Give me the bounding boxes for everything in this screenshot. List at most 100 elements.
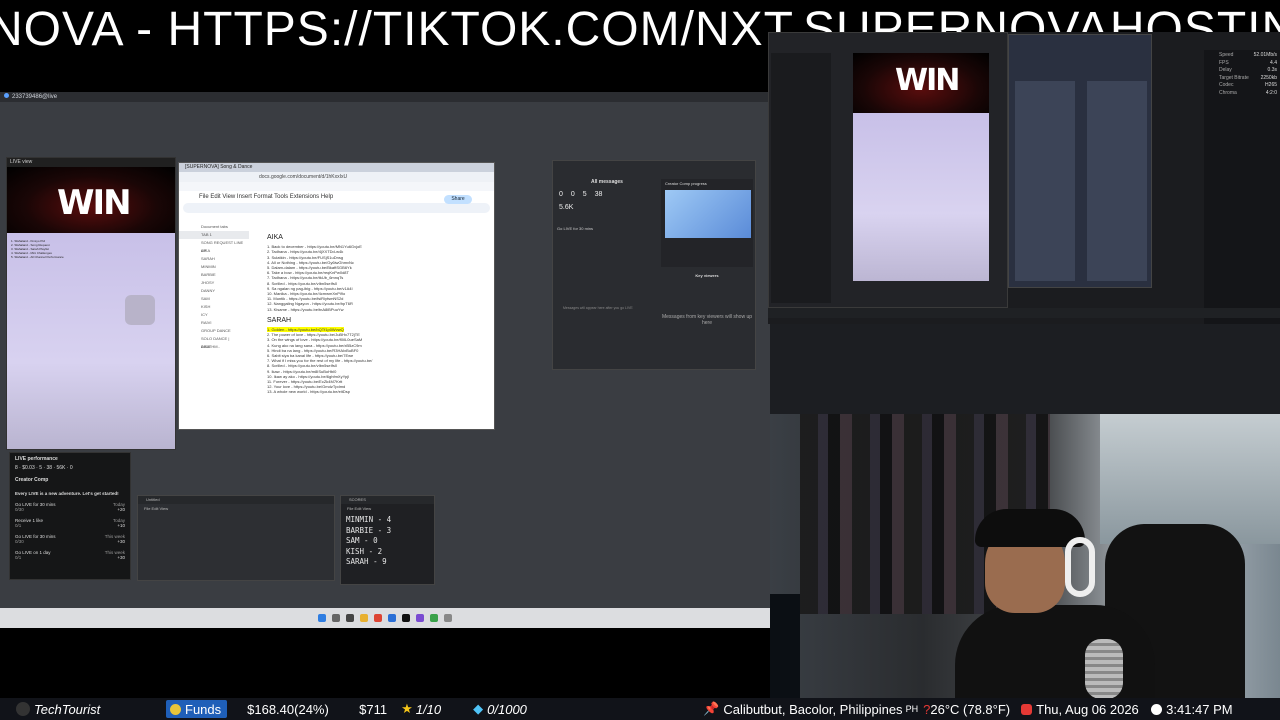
- performance-values: 8 · $0.03 · 5 · 38 · 56K · 0: [15, 465, 73, 471]
- notepad-menu[interactable]: File Edit View: [138, 504, 334, 513]
- sidebar-item[interactable]: TAB 1: [179, 231, 249, 239]
- user-segment: TechTourist: [16, 698, 166, 720]
- live-view-window[interactable]: LIVE view WIN 1. Sfahaland - Kinsyo Pixl…: [6, 157, 176, 450]
- stream-settings-window[interactable]: [1008, 34, 1152, 288]
- creator-comp-label[interactable]: Creator Comp: [15, 477, 125, 483]
- stat-value: 52.01Mb/s: [1253, 52, 1277, 58]
- sidebar-item[interactable]: DANNY: [179, 287, 249, 295]
- task-points: +10: [117, 523, 125, 528]
- streamer: [955, 509, 1155, 698]
- google-docs-window[interactable]: [SUPERNOVA] Song & Dance docs.google.com…: [178, 162, 495, 430]
- chrome-icon[interactable]: [374, 614, 382, 622]
- user-icon: [16, 702, 30, 716]
- notepad-scores[interactable]: SCORES File Edit View MINMIN - 4 BARBIE -…: [340, 495, 435, 585]
- studio-preview: WIN: [853, 53, 989, 295]
- live-banner: WIN: [7, 167, 175, 233]
- task-list: Go LIVE for 30 mins 0/30 Today +20 Receive 1…: [15, 502, 125, 560]
- amount: $711: [359, 701, 388, 717]
- stat-value: 38: [594, 191, 603, 198]
- date: Thu, Aug 06 2026: [1036, 701, 1139, 717]
- docs-toolbar[interactable]: [183, 203, 490, 213]
- sidebar-item[interactable]: MINMIN: [179, 263, 249, 271]
- messages-title: All messages: [591, 179, 623, 185]
- perf-value: 5: [39, 465, 42, 471]
- search-icon[interactable]: [332, 614, 340, 622]
- perf-value: 8: [15, 465, 18, 471]
- task-item: Receive 1 like 0/1 Today +10: [15, 518, 125, 528]
- funds-label: Funds: [185, 701, 222, 717]
- messages-stats: 0 0 5 38 5.6K: [559, 191, 608, 211]
- document-body[interactable]: AIKA 1. Back to december - https://youtu…: [267, 233, 477, 395]
- share-button[interactable]: Share: [444, 195, 472, 204]
- sidebar-item[interactable]: GROUP DANCE: [179, 327, 249, 335]
- stat-value: 0.3s: [1267, 67, 1277, 73]
- score-line: SARAH - 9: [346, 557, 387, 566]
- windows-taskbar[interactable]: [0, 608, 770, 628]
- sidebar-item[interactable]: SARAH: [179, 255, 249, 263]
- sidebar-item: Document tabs: [201, 224, 228, 229]
- sidebar-item[interactable]: SONG REQUEST LINE UP: [179, 239, 249, 253]
- settings-icon[interactable]: [444, 614, 452, 622]
- sarah-song-list: 2. The power of love - https://youtu.be/…: [267, 332, 477, 394]
- gems-segment: ◆ 0/1000: [473, 698, 703, 720]
- stat-row: Chroma 4:2:0: [1207, 90, 1277, 98]
- location-segment: 📌 Calibutbut, Bacolor, Philippines PH: [703, 698, 923, 720]
- notepad-untitled[interactable]: Untitled File Edit View: [137, 495, 335, 581]
- studio-sidebar[interactable]: [771, 53, 831, 303]
- sidebar-item[interactable]: KISH: [179, 303, 249, 311]
- song-line[interactable]: 13. Kisame - https://youtu.be/tnA8iBPuuY…: [267, 307, 477, 312]
- address-bar[interactable]: docs.google.com/document/d/1hKxxIxU: [179, 172, 494, 182]
- sidebar-item[interactable]: RAIVI: [179, 319, 249, 327]
- tiktok-icon[interactable]: [402, 614, 410, 622]
- sidebar-item[interactable]: SOLO DANCE | DEATHM..: [179, 335, 249, 349]
- stat-value: 4.4: [1270, 59, 1277, 66]
- folder-icon[interactable]: [360, 614, 368, 622]
- diamond-icon: ◆: [473, 701, 484, 716]
- sidebar-item[interactable]: BARBIE: [179, 271, 249, 279]
- stars-value: 1/10: [415, 701, 442, 717]
- pin-icon: 📌: [703, 701, 720, 716]
- sidebar-item[interactable]: ICY: [179, 311, 249, 319]
- browser-tab[interactable]: [SUPERNOVA] Song & Dance: [179, 163, 494, 172]
- country-code: PH: [905, 704, 919, 714]
- taskview-icon[interactable]: [346, 614, 354, 622]
- live-messages-panel[interactable]: All messages 0 0 5 38 5.6K Go LIVE for 3…: [552, 160, 756, 370]
- sidebar-item[interactable]: JHOSY: [179, 279, 249, 287]
- xbox-icon[interactable]: [430, 614, 438, 622]
- obs-icon[interactable]: [416, 614, 424, 622]
- stat-key: Delay: [1219, 67, 1232, 73]
- sidebar-item[interactable]: SAM: [179, 295, 249, 303]
- perf-value: 56K: [56, 465, 66, 471]
- notepad-menu[interactable]: File Edit View: [341, 504, 434, 513]
- time-segment: 3:41:47 PM: [1151, 698, 1247, 720]
- task-points: +30: [117, 539, 125, 544]
- sidebar-item[interactable]: AIKA: [179, 247, 249, 255]
- scores-text[interactable]: MINMIN - 4 BARBIE - 3 SAM - 0 KISH - 2 SARAH…: [341, 513, 434, 570]
- score-line: MINMIN - 4: [346, 515, 392, 524]
- key-viewers-section: Key viewers Messages from key viewers wi…: [661, 273, 753, 326]
- preview-video: [853, 113, 989, 281]
- task-reward: This week +30: [105, 534, 125, 544]
- obs-capture-region[interactable]: WIN Speed 52.01Mb/s FPS 4.4 Delay 0.3s Target …: [768, 32, 1280, 324]
- username: TechTourist: [34, 701, 101, 717]
- document-tabs-sidebar[interactable]: Document tabs TAB 1 SONG REQUEST LINE UP…: [179, 223, 249, 429]
- creator-comp-card[interactable]: Creator Comp progress: [661, 179, 753, 267]
- song-line[interactable]: 13. A whole new world - https://youtu.be…: [267, 389, 477, 394]
- stat-value: 4:2:0: [1265, 89, 1277, 96]
- docs-icon[interactable]: [388, 614, 396, 622]
- task-item: Go LIVE for 30 mins 0/30 This week +30: [15, 534, 125, 544]
- funds-value: $168.40(24%): [247, 701, 329, 717]
- live-performance-panel[interactable]: LIVE performance 8 · $0.03 · 5 · 38 · 56…: [9, 452, 131, 580]
- live-studio-window[interactable]: WIN: [768, 32, 1008, 308]
- gems-value: 0/1000: [487, 701, 527, 717]
- likes-count: 5.6K: [559, 204, 574, 211]
- stream-ticker: TechTourist Funds $168.40(24%) $711 ★ 1/…: [0, 698, 1280, 720]
- perf-value: $0.03: [22, 465, 35, 471]
- microphone: [1085, 639, 1123, 698]
- live-overlay-item: 5. Sfahaland - All Channel Performance: [11, 255, 64, 259]
- preview-banner: WIN: [853, 53, 989, 113]
- stat-value: 2250kb: [1260, 74, 1277, 81]
- live-overlay-list: 1. Sfahaland - Kinsyo Pixl 2. Sfahaland …: [11, 239, 64, 259]
- gauge-icon: [125, 295, 155, 325]
- start-icon[interactable]: [318, 614, 326, 622]
